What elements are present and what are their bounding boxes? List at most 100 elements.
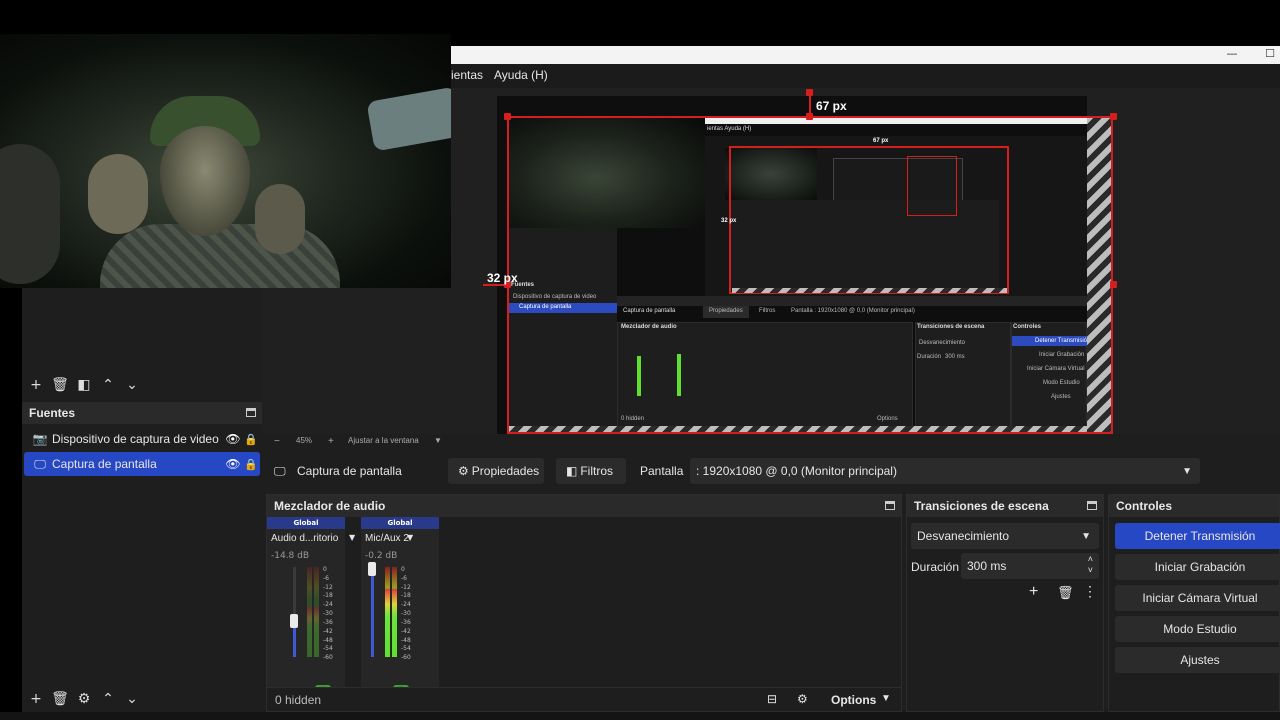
menu-help[interactable]: Ayuda (H) [494, 68, 548, 82]
add-transition-icon[interactable]: + [1029, 583, 1038, 601]
left-edge [0, 288, 22, 720]
minimize-icon[interactable]: — [1222, 46, 1242, 64]
monitor-icon: 🖵 [34, 456, 46, 471]
zoom-dropdown-icon[interactable]: ▼ [434, 436, 442, 445]
advanced-settings-gear-icon[interactable]: ⚙ [797, 692, 808, 706]
webcam-overlay [0, 34, 451, 288]
add-source-icon[interactable]: + [24, 688, 48, 710]
zoom-fit-label[interactable]: Ajustar a la ventana [348, 436, 419, 445]
dim-label-top: 67 px [816, 99, 847, 113]
chevron-down-icon[interactable]: ▼ [881, 693, 891, 704]
filters-button[interactable]: ◧ Filtros [556, 458, 626, 484]
db-tick: -60 [401, 654, 411, 662]
display-select[interactable]: : 1920x1080 @ 0,0 (Monitor principal) ▼ [690, 458, 1200, 484]
camera-icon: 📷 [32, 432, 48, 446]
duration-value: 300 ms [967, 559, 1007, 573]
handle-mid-right[interactable] [1110, 281, 1117, 288]
handle-top-right[interactable] [1110, 113, 1117, 120]
source-item-screen-capture[interactable]: 🖵 Captura de pantalla 👁 🔒 [24, 452, 260, 476]
meter-right [314, 567, 319, 657]
source-settings-gear-icon[interactable]: ⚙ [72, 688, 96, 710]
channel-name[interactable]: Audio d...ritorio [271, 533, 338, 544]
transitions-header: Transiciones de escena [907, 495, 1103, 517]
volume-slider[interactable] [293, 567, 296, 657]
maximize-icon[interactable]: ☐ [1260, 46, 1280, 64]
context-bar: 🖵 Captura de pantalla ⚙ Propiedades ◧ Fi… [262, 452, 1280, 490]
filter-icon: ◧ [566, 464, 578, 478]
scene-filters-icon[interactable]: ◧ [72, 374, 96, 396]
filters-label: Filtros [580, 464, 614, 478]
mixer-title: Mezclador de audio [274, 499, 386, 513]
spin-arrows-icon[interactable]: ˄ ˅ [1088, 554, 1093, 576]
lock-icon[interactable]: 🔒 [242, 433, 260, 446]
sources-toolbar: + 🗑 ⚙ ⌃ ⌄ [24, 688, 144, 710]
volume-knob[interactable] [368, 562, 376, 576]
selection-outline[interactable] [507, 116, 1113, 434]
lock-icon[interactable]: 🔒 [242, 458, 260, 471]
start-virtual-camera-button[interactable]: Iniciar Cámara Virtual [1115, 585, 1280, 611]
visibility-eye-icon[interactable]: 👁 [224, 457, 242, 471]
status-strip [0, 712, 1280, 720]
visibility-eye-icon[interactable]: 👁 [224, 432, 242, 446]
stop-streaming-button[interactable]: Detener Transmisión [1115, 523, 1280, 549]
hidden-count[interactable]: 0 hidden [275, 693, 321, 707]
zoom-out-button[interactable]: − [274, 436, 280, 447]
source-item-video-device[interactable]: 📷 Dispositivo de captura de video 👁 🔒 [24, 427, 260, 451]
volume-knob[interactable] [290, 614, 298, 628]
dock-float-icon[interactable] [885, 501, 895, 510]
transition-value: Desvanecimiento [917, 529, 1010, 543]
db-tick: -60 [323, 654, 333, 662]
chevron-down-icon: ▼ [1081, 530, 1091, 542]
zoom-value: 45% [296, 436, 313, 445]
source-name: Captura de pantalla [52, 457, 157, 471]
transition-select[interactable]: Desvanecimiento ▼ [911, 523, 1099, 549]
channel-name[interactable]: Mic/Aux 2 [365, 533, 409, 544]
properties-button[interactable]: ⚙ Propiedades [448, 458, 544, 484]
zoom-in-button[interactable]: + [328, 436, 334, 447]
options-button[interactable]: Options [831, 693, 876, 707]
controls-dock: Controles Detener Transmisión Iniciar Gr… [1108, 494, 1280, 712]
remove-transition-icon[interactable]: 🗑 [1057, 585, 1074, 601]
display-label: Pantalla [640, 464, 684, 478]
dock-float-icon[interactable] [1087, 501, 1097, 510]
webcam-face [160, 126, 250, 236]
channel-db: -14.8 dB [271, 551, 310, 561]
move-down-icon[interactable]: ⌄ [120, 688, 144, 710]
duration-spinbox[interactable]: 300 ms ˄ ˅ [961, 553, 1099, 579]
start-recording-button[interactable]: Iniciar Grabación [1115, 554, 1280, 580]
more-options-icon[interactable]: ⋮ [1083, 583, 1097, 600]
channel-desktop-audio: Global Audio d...ritorio ▼ -14.8 dB 0 -6-… [267, 517, 355, 701]
move-up-icon[interactable]: ⌃ [96, 688, 120, 710]
move-up-icon[interactable]: ⌃ [96, 374, 120, 396]
handle-top-left[interactable] [504, 113, 511, 120]
controls-header: Controles [1109, 495, 1279, 517]
studio-mode-button[interactable]: Modo Estudio [1115, 616, 1280, 642]
dock-float-icon[interactable] [246, 408, 256, 417]
display-value: : 1920x1080 @ 0,0 (Monitor principal) [696, 464, 897, 478]
settings-button[interactable]: Ajustes [1115, 647, 1280, 673]
remove-source-icon[interactable]: 🗑 [48, 688, 72, 710]
left-panel [22, 288, 262, 720]
handle-top-mid[interactable] [806, 113, 813, 120]
sources-title: Fuentes [29, 406, 76, 420]
meter-left [307, 567, 312, 657]
properties-label: Propiedades [471, 464, 540, 478]
dim-handle-top[interactable] [806, 89, 813, 96]
monitor-icon: 🖵 [274, 464, 286, 478]
menu-tools[interactable]: ientas [451, 68, 483, 82]
mixer-header: Mezclador de audio [267, 495, 901, 517]
audio-mixer-dock: Mezclador de audio Global Audio d...rito… [266, 494, 902, 712]
volume-slider[interactable] [371, 567, 374, 657]
context-source-name: Captura de pantalla [297, 464, 402, 478]
webcam-hand-left [88, 154, 148, 234]
meter-left [385, 567, 390, 657]
move-down-icon[interactable]: ⌄ [120, 374, 144, 396]
chevron-down-icon[interactable]: ▼ [349, 533, 355, 542]
layout-icon[interactable]: ⊟ [767, 692, 777, 706]
chevron-down-icon: ▼ [1182, 465, 1192, 477]
chevron-down-icon[interactable]: ▼ [407, 533, 413, 542]
duration-label: Duración [911, 560, 960, 574]
mixer-footer: 0 hidden ⊟ ⚙ Options ▼ [267, 687, 901, 711]
add-scene-icon[interactable]: + [24, 374, 48, 396]
remove-scene-icon[interactable]: 🗑 [48, 374, 72, 396]
